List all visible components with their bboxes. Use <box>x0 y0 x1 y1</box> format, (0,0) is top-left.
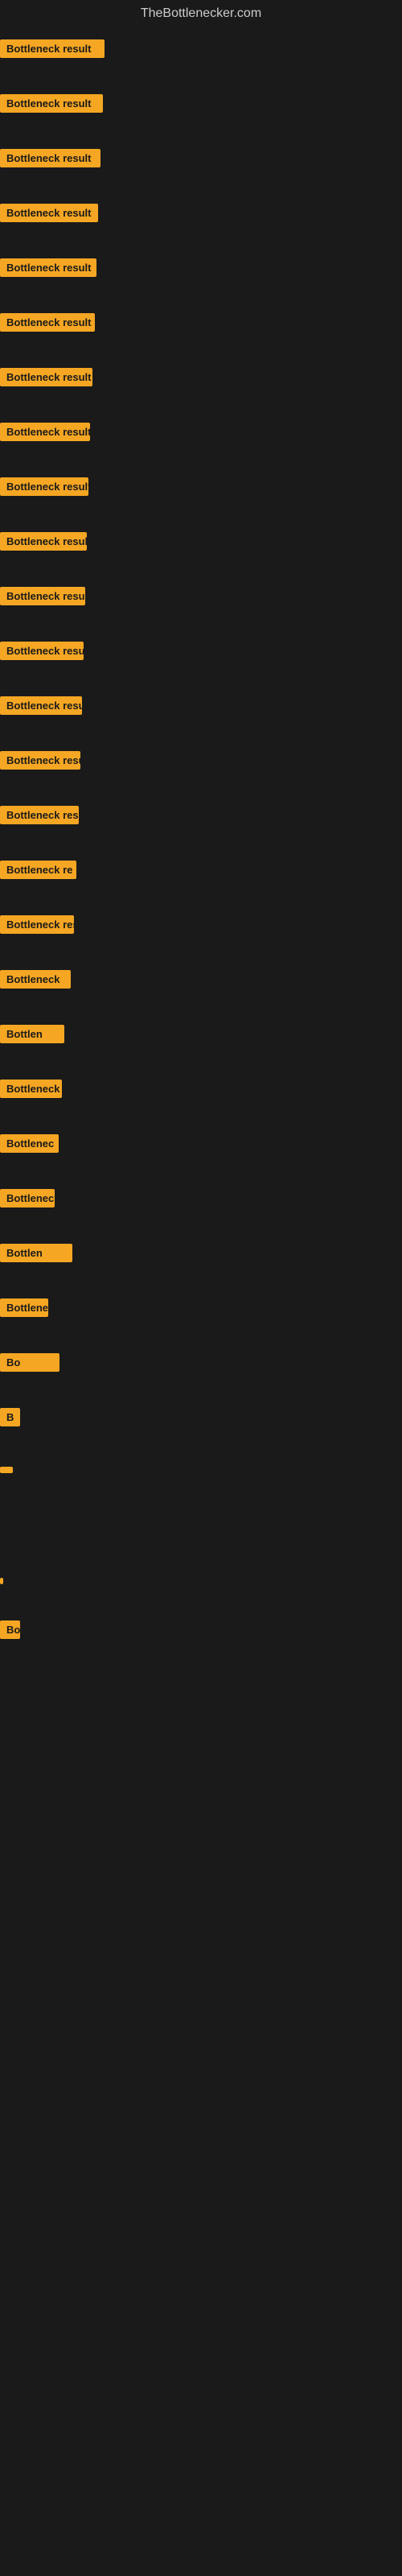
bottleneck-row-29 <box>0 1534 402 1550</box>
bottleneck-row-11: Bottleneck result <box>0 579 402 617</box>
bottleneck-label-1: Bottleneck result <box>0 39 105 58</box>
bottleneck-label-3: Bottleneck result <box>0 149 100 167</box>
bottleneck-label-14: Bottleneck result <box>0 751 80 770</box>
bottleneck-row-25: Bo <box>0 1345 402 1384</box>
bottleneck-label-26: B <box>0 1408 20 1426</box>
bottleneck-label-9: Bottleneck result <box>0 477 88 496</box>
bottleneck-row-7: Bottleneck result <box>0 360 402 398</box>
bottleneck-label-2: Bottleneck result <box>0 94 103 113</box>
bottleneck-row-19: Bottlen <box>0 1017 402 1055</box>
bottleneck-row-15: Bottleneck result <box>0 798 402 836</box>
bottleneck-label-8: Bottleneck result <box>0 423 90 441</box>
bottleneck-row-17: Bottleneck resul <box>0 907 402 946</box>
bottleneck-label-22: Bottleneck re <box>0 1189 55 1208</box>
bottleneck-label-13: Bottleneck result <box>0 696 82 715</box>
bottleneck-row-24: Bottleneck <box>0 1290 402 1329</box>
bottleneck-row-1: Bottleneck result <box>0 31 402 70</box>
items-container: Bottleneck result Bottleneck result Bott… <box>0 27 402 2025</box>
bottleneck-row-30 <box>0 1566 402 1596</box>
bottleneck-label-25: Bo <box>0 1353 59 1372</box>
bottleneck-row-2: Bottleneck result <box>0 86 402 125</box>
bottleneck-label-23: Bottlen <box>0 1244 72 1262</box>
bottleneck-label-7: Bottleneck result <box>0 368 92 386</box>
bottleneck-row-9: Bottleneck result <box>0 469 402 508</box>
bottleneck-row-16: Bottleneck re <box>0 852 402 891</box>
bottleneck-label-4: Bottleneck result <box>0 204 98 222</box>
bottleneck-row-18: Bottleneck <box>0 962 402 1001</box>
bottleneck-row-33 <box>0 1764 402 1780</box>
bottleneck-row-14: Bottleneck result <box>0 743 402 782</box>
bottleneck-label-18: Bottleneck <box>0 970 71 989</box>
bottleneck-row-31: Bot <box>0 1612 402 1651</box>
bottleneck-row-26: B <box>0 1400 402 1439</box>
bottleneck-row-13: Bottleneck result <box>0 688 402 727</box>
bottleneck-label-27 <box>0 1467 13 1473</box>
bottleneck-label-10: Bottleneck result <box>0 532 87 551</box>
bottleneck-label-11: Bottleneck result <box>0 587 85 605</box>
bottleneck-label-5: Bottleneck result <box>0 258 96 277</box>
bottleneck-label-20: Bottleneck <box>0 1080 62 1098</box>
bottleneck-label-6: Bottleneck result <box>0 313 95 332</box>
bottleneck-label-31: Bot <box>0 1620 20 1639</box>
bottleneck-row-34 <box>0 1828 402 1844</box>
bottleneck-row-28 <box>0 1501 402 1517</box>
bottleneck-row-35 <box>0 1893 402 1909</box>
bottleneck-row-6: Bottleneck result <box>0 305 402 344</box>
bottleneck-row-5: Bottleneck result <box>0 250 402 289</box>
bottleneck-row-36 <box>0 1957 402 1973</box>
bottleneck-label-17: Bottleneck resul <box>0 915 74 934</box>
bottleneck-row-8: Bottleneck result <box>0 415 402 453</box>
bottleneck-label-24: Bottleneck <box>0 1298 48 1317</box>
bottleneck-label-30 <box>0 1578 3 1584</box>
bottleneck-row-4: Bottleneck result <box>0 196 402 234</box>
bottleneck-label-16: Bottleneck re <box>0 861 76 879</box>
bottleneck-row-20: Bottleneck <box>0 1071 402 1110</box>
bottleneck-row-21: Bottlenec <box>0 1126 402 1165</box>
bottleneck-row-3: Bottleneck result <box>0 141 402 180</box>
bottleneck-row-22: Bottleneck re <box>0 1181 402 1220</box>
bottleneck-row-32 <box>0 1699 402 1715</box>
site-title: TheBottlenecker.com <box>0 0 402 27</box>
bottleneck-label-12: Bottleneck result <box>0 642 84 660</box>
bottleneck-label-19: Bottlen <box>0 1025 64 1043</box>
bottleneck-label-21: Bottlenec <box>0 1134 59 1153</box>
bottleneck-row-10: Bottleneck result <box>0 524 402 563</box>
bottleneck-row-12: Bottleneck result <box>0 634 402 672</box>
bottleneck-row-23: Bottlen <box>0 1236 402 1274</box>
bottleneck-row-27 <box>0 1455 402 1485</box>
bottleneck-label-15: Bottleneck result <box>0 806 79 824</box>
